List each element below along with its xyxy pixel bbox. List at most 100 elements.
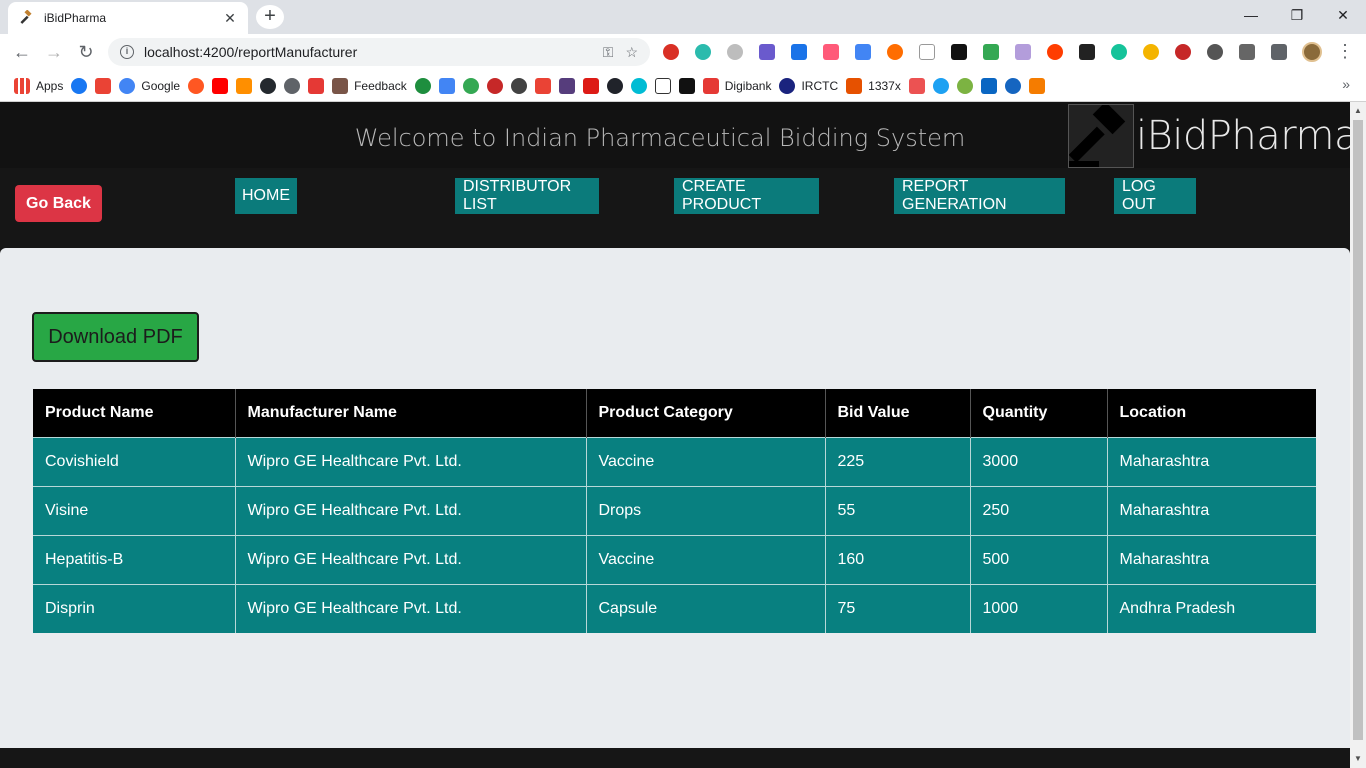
table-row: Covishield Wipro GE Healthcare Pvt. Ltd.… (33, 436, 1316, 486)
extension-icon[interactable] (852, 42, 874, 62)
tab-close-icon[interactable]: ✕ (222, 10, 238, 27)
bookmark-youtube[interactable] (212, 74, 229, 98)
bookmark-gauge[interactable] (510, 74, 527, 98)
bookmark-cloud[interactable] (630, 74, 647, 98)
bookmark-feedback[interactable]: Feedback (332, 74, 407, 98)
extension-icon[interactable] (1044, 42, 1066, 62)
browser-toolbar: ← → ↻ i localhost:4200/reportManufacture… (0, 34, 1366, 70)
bookmark-linkedin[interactable] (980, 74, 997, 98)
cell-manufacturer-name: Wipro GE Healthcare Pvt. Ltd. (235, 583, 587, 633)
page-scrollbar[interactable]: ▲ ▼ (1350, 102, 1366, 768)
bookmark-facebook[interactable] (71, 74, 88, 98)
bookmark-gmail[interactable] (95, 74, 112, 98)
scroll-up-icon[interactable]: ▲ (1354, 106, 1362, 115)
letter-l-icon (654, 77, 671, 94)
extensions-row (660, 42, 1290, 62)
download-pdf-button[interactable]: Download PDF (32, 312, 199, 362)
extension-icon[interactable] (1012, 42, 1034, 62)
cell-manufacturer-name: Wipro GE Healthcare Pvt. Ltd. (235, 436, 587, 486)
bookmark-translate[interactable] (438, 74, 455, 98)
bookmark-twitter[interactable] (932, 74, 949, 98)
nav-log-out[interactable]: LOG OUT (1114, 178, 1196, 214)
extension-icon[interactable] (1236, 42, 1258, 62)
scroll-down-icon[interactable]: ▼ (1354, 754, 1362, 763)
bookmark-box[interactable] (236, 74, 253, 98)
site-info-icon[interactable]: i (120, 45, 134, 59)
address-bar[interactable]: i localhost:4200/reportManufacturer ⚿ ☆ (108, 38, 650, 66)
download-icon[interactable] (1204, 42, 1226, 62)
x-icon (846, 77, 863, 94)
cell-product-name: Covishield (33, 436, 236, 486)
bookmark-l[interactable] (654, 74, 671, 98)
extension-icon[interactable] (1108, 42, 1130, 62)
bookmark-moon[interactable] (1004, 74, 1021, 98)
extension-icon[interactable] (980, 42, 1002, 62)
back-arrow-icon[interactable]: ← (9, 39, 35, 65)
puzzle-extensions-icon[interactable] (1268, 42, 1290, 62)
box-icon (236, 77, 253, 94)
bookmark-digibank[interactable]: Digibank (702, 74, 771, 98)
clock-extension-icon[interactable] (916, 42, 938, 62)
profile-avatar[interactable] (1302, 42, 1322, 62)
bookmark-react[interactable] (606, 74, 623, 98)
key-icon[interactable]: ⚿ (603, 44, 614, 61)
forward-arrow-icon[interactable]: → (41, 39, 67, 65)
bookmark-runner[interactable] (308, 74, 325, 98)
bookmark-udemy[interactable] (908, 74, 925, 98)
go-back-button[interactable]: Go Back (15, 185, 102, 222)
nav-home[interactable]: HOME (235, 178, 297, 214)
extension-icon[interactable] (884, 42, 906, 62)
bookmarks-bar: Apps Google Feedback Digibank IRCTC 1337… (0, 70, 1366, 102)
brand: iBidPharma (1068, 102, 1350, 168)
bookmark-apps[interactable]: Apps (14, 74, 63, 98)
bookmark-google[interactable]: Google (119, 74, 180, 98)
cell-product-name: Hepatitis-B (33, 534, 236, 584)
extension-icon[interactable] (724, 42, 746, 62)
nav-report-generation[interactable]: REPORT GENERATION (894, 178, 1065, 214)
nav-create-product[interactable]: CREATE PRODUCT (674, 178, 819, 214)
more-bookmarks-icon[interactable]: » (1342, 76, 1350, 92)
report-table: Product Name Manufacturer Name Product C… (33, 389, 1316, 633)
extension-icon[interactable] (692, 42, 714, 62)
col-header-product-name: Product Name (33, 389, 236, 437)
bookmark-google-2[interactable] (462, 74, 479, 98)
extension-icon[interactable] (660, 42, 682, 62)
bookmark-bootstrap[interactable] (558, 74, 575, 98)
gmail-icon (534, 77, 551, 94)
bookmark-angular[interactable] (582, 74, 599, 98)
bookmark-1337x[interactable]: 1337x (846, 74, 901, 98)
bookmark-star-icon[interactable]: ☆ (625, 44, 638, 61)
nav-distributor-list[interactable]: DISTRIBUTOR LIST (455, 178, 599, 214)
extension-icon[interactable] (1140, 42, 1162, 62)
reload-icon[interactable]: ↻ (73, 39, 99, 65)
address-url[interactable]: localhost:4200/reportManufacturer (144, 44, 591, 60)
minimize-icon[interactable]: — (1228, 0, 1274, 30)
bookmark-gmail-2[interactable] (534, 74, 551, 98)
cell-quantity: 250 (970, 485, 1108, 535)
bookmark-irctc[interactable]: IRCTC (779, 74, 838, 98)
extension-icon[interactable] (948, 42, 970, 62)
bookmark-frog[interactable] (956, 74, 973, 98)
udemy-icon (908, 77, 925, 94)
extension-icon[interactable] (1172, 42, 1194, 62)
scrollbar-thumb[interactable] (1353, 120, 1363, 740)
browser-tab[interactable]: iBidPharma ✕ (8, 2, 248, 34)
new-tab-button[interactable]: + (256, 5, 284, 29)
extension-icon[interactable] (1076, 42, 1098, 62)
bookmark-power[interactable] (188, 74, 205, 98)
extension-icon[interactable] (788, 42, 810, 62)
bookmark-speed[interactable] (486, 74, 503, 98)
extension-icon[interactable] (820, 42, 842, 62)
bookmark-globe[interactable] (284, 74, 301, 98)
cell-bid-value: 55 (825, 485, 971, 535)
extension-icon[interactable] (756, 42, 778, 62)
cell-location: Andhra Pradesh (1107, 583, 1316, 633)
window-close-icon[interactable]: ✕ (1320, 0, 1366, 30)
bookmark-grid[interactable] (1028, 74, 1045, 98)
restore-icon[interactable]: ❐ (1274, 0, 1320, 30)
browser-menu-icon[interactable]: ⋮ (1336, 40, 1354, 62)
bookmark-three[interactable] (414, 74, 431, 98)
col-header-location: Location (1107, 389, 1316, 437)
bookmark-github[interactable] (260, 74, 277, 98)
bookmark-hackerrank[interactable] (678, 74, 695, 98)
